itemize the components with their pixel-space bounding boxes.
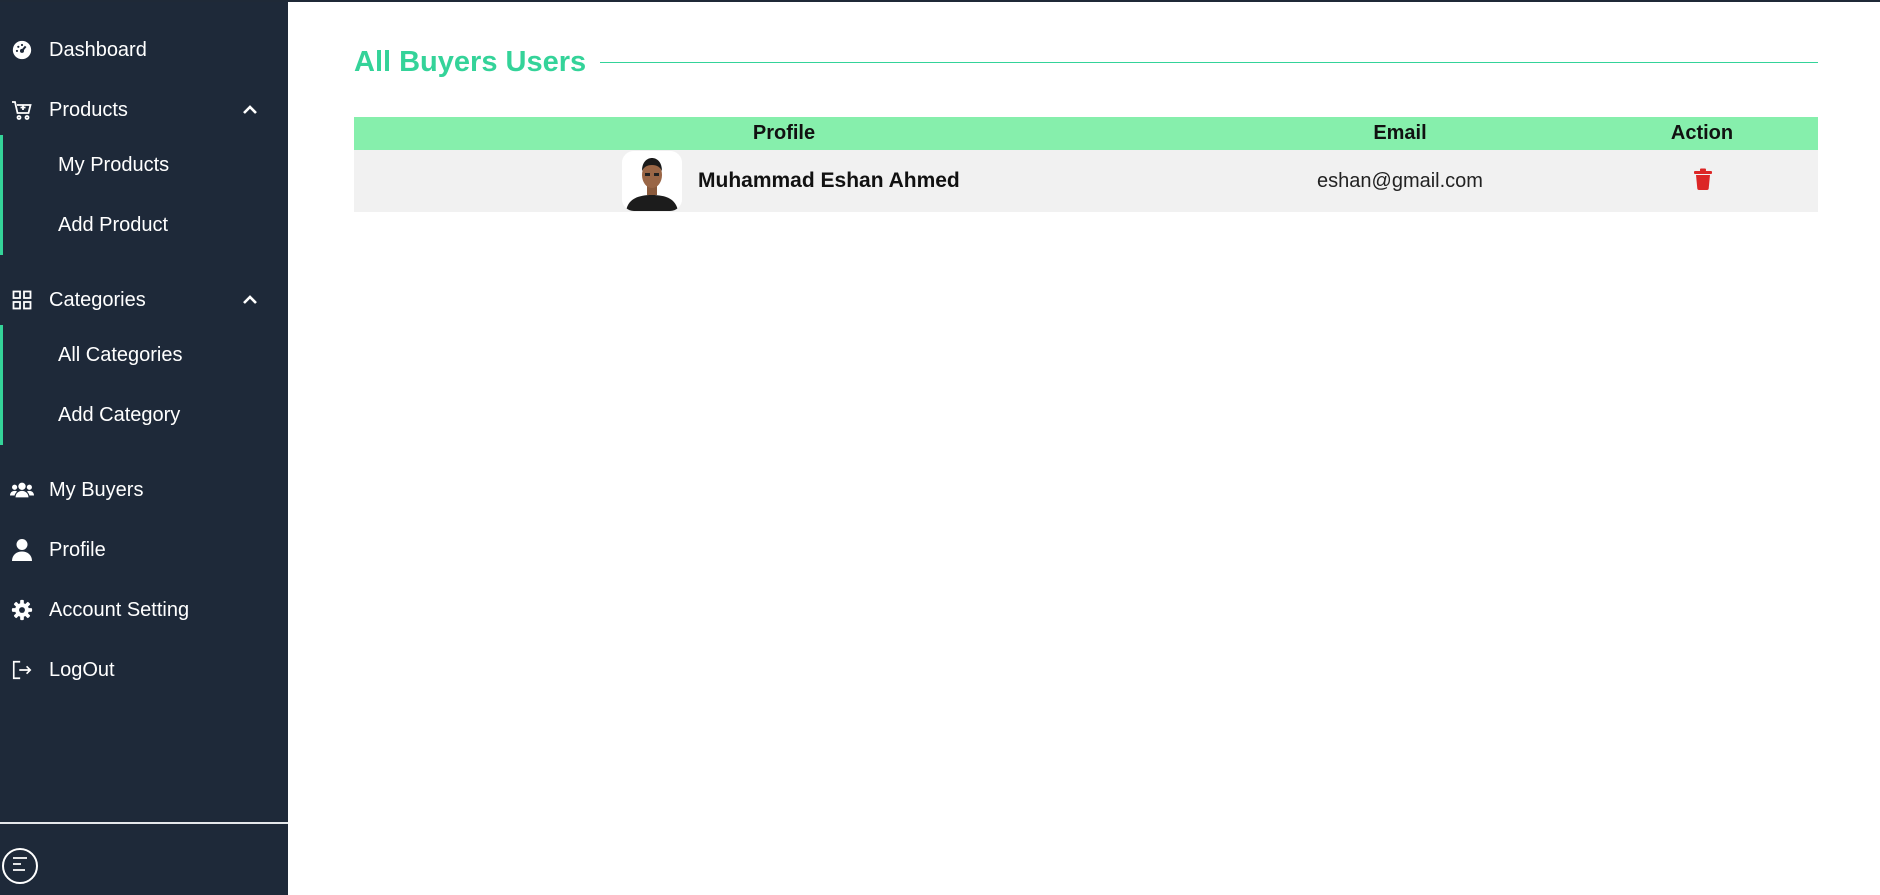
sidebar-item-logout[interactable]: LogOut [0, 645, 288, 695]
sidebar-item-my-buyers[interactable]: My Buyers [0, 465, 288, 515]
sidebar-item-categories[interactable]: Categories [0, 275, 288, 325]
sidebar-item-products[interactable]: Products [0, 85, 288, 135]
grid-icon [10, 288, 34, 312]
sidebar-item-label: Account Setting [49, 598, 190, 621]
sidebar-item-add-product[interactable]: Add Product [3, 195, 288, 255]
title-divider [600, 62, 1818, 63]
users-icon [10, 478, 34, 502]
sidebar-item-dashboard[interactable]: Dashboard [0, 25, 288, 75]
sidebar-item-label: Categories [49, 288, 146, 311]
gauge-icon [10, 38, 34, 62]
column-header-email: Email [1373, 122, 1427, 144]
sidebar-item-profile[interactable]: Profile [0, 525, 288, 575]
chevron-up-icon[interactable] [238, 98, 262, 122]
avatar [622, 151, 682, 211]
products-submenu: My Products Add Product [0, 135, 288, 255]
buyers-table: Profile Email Action Muhammad Eshan Ahme… [354, 117, 1818, 212]
main-content: All Buyers Users Profile Email Action Mu… [288, 2, 1880, 895]
sidebar-item-my-products[interactable]: My Products [3, 135, 288, 195]
sidebar-item-label: My Buyers [49, 478, 144, 501]
table-header: Profile Email Action [354, 117, 1818, 150]
column-header-action: Action [1670, 122, 1734, 144]
sidebar-item-all-categories[interactable]: All Categories [3, 325, 288, 385]
sidebar-item-label: Dashboard [49, 38, 147, 61]
categories-submenu: All Categories Add Category [0, 325, 288, 445]
gear-icon [10, 598, 34, 622]
column-header-profile: Profile [752, 122, 816, 144]
trash-icon[interactable] [1693, 168, 1713, 192]
table-row: Muhammad Eshan Ahmed eshan@gmail.com [354, 150, 1818, 212]
menu-icon [10, 856, 30, 877]
sidebar: Dashboard Products My Products Add Produ… [0, 2, 288, 895]
sidebar-divider [0, 822, 288, 824]
buyer-name: Muhammad Eshan Ahmed [698, 169, 960, 192]
sidebar-item-label: Profile [49, 538, 106, 561]
sidebar-toggle-button[interactable] [2, 848, 38, 884]
cart-icon [10, 98, 34, 122]
sidebar-item-label: LogOut [49, 658, 115, 681]
sidebar-item-label: Products [49, 98, 128, 121]
user-icon [10, 538, 34, 562]
logout-icon [10, 658, 34, 682]
buyer-email: eshan@gmail.com [1317, 170, 1483, 192]
sidebar-item-account-setting[interactable]: Account Setting [0, 585, 288, 635]
chevron-up-icon[interactable] [238, 288, 262, 312]
page-title: All Buyers Users [354, 46, 587, 78]
sidebar-item-add-category[interactable]: Add Category [3, 385, 288, 445]
